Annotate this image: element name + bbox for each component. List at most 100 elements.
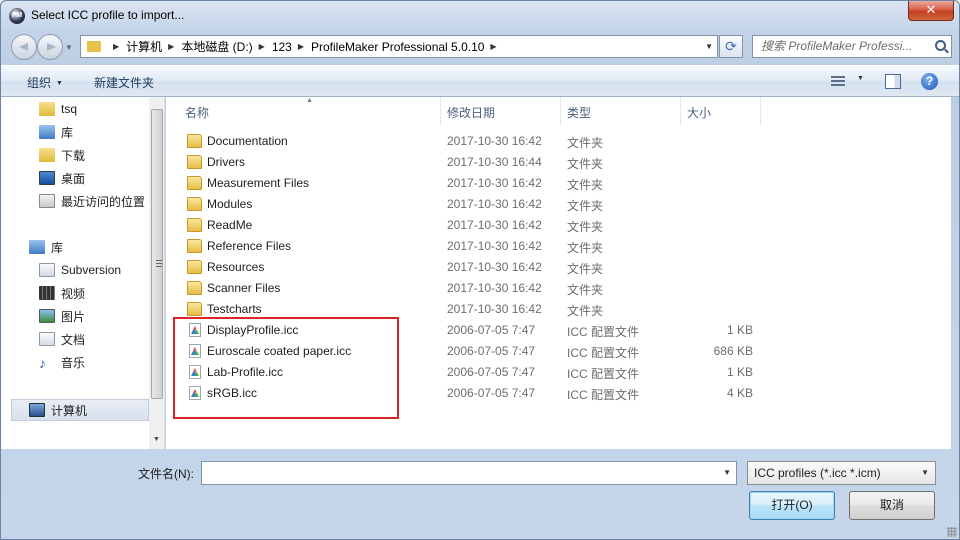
file-date: 2006-07-05 7:47 (447, 344, 536, 358)
nav-item-subversion[interactable]: Subversion (39, 260, 121, 280)
scroll-down-arrow-icon[interactable]: ▼ (153, 436, 160, 443)
nav-item-tsq[interactable]: tsq (39, 99, 77, 119)
folder-row[interactable]: Reference Files 2017-10-30 16:42 文件夹 (166, 236, 951, 257)
chevron-right-icon[interactable]: ▶ (298, 42, 304, 51)
column-divider[interactable] (440, 97, 441, 125)
nav-item-library[interactable]: 库 (39, 122, 73, 142)
chevron-right-icon[interactable]: ▶ (168, 42, 174, 51)
icc-profile-icon (189, 365, 201, 379)
column-divider[interactable] (560, 97, 561, 125)
file-type-select[interactable]: ICC profiles (*.icc *.icm) ▼ (747, 461, 936, 485)
recent-pages-dropdown[interactable]: ▼ (65, 43, 73, 52)
breadcrumb-123[interactable]: 123 (272, 40, 292, 54)
file-row[interactable]: Lab-Profile.icc 2006-07-05 7:47 ICC 配置文件 1 … (166, 362, 951, 383)
folder-row[interactable]: ReadMe 2017-10-30 16:42 文件夹 (166, 215, 951, 236)
file-type: ICC 配置文件 (567, 346, 640, 360)
folder-row[interactable]: Testcharts 2017-10-30 16:42 文件夹 (166, 299, 951, 320)
nav-item-pictures[interactable]: 图片 (39, 306, 85, 326)
file-date: 2017-10-30 16:42 (447, 197, 542, 211)
file-name: Drivers (207, 155, 245, 169)
file-name: DisplayProfile.icc (207, 323, 299, 337)
breadcrumb-drive[interactable]: 本地磁盘 (D:) (181, 38, 252, 55)
caret-down-icon: ▼ (56, 80, 63, 87)
help-icon[interactable]: ? (921, 73, 938, 90)
chevron-down-icon: ▼ (921, 468, 929, 477)
video-icon (39, 286, 55, 300)
desktop-icon (39, 171, 55, 185)
file-name: ReadMe (207, 218, 253, 232)
refresh-button[interactable]: ⟳ (719, 35, 743, 58)
search-input[interactable]: 搜索 ProfileMaker Professi... (752, 35, 952, 58)
chevron-right-icon[interactable]: ▶ (113, 42, 119, 51)
folder-icon (187, 134, 202, 148)
filename-dropdown-icon[interactable]: ▼ (723, 468, 731, 477)
forward-button[interactable] (37, 34, 63, 60)
file-type: 文件夹 (567, 157, 604, 171)
file-row[interactable]: Euroscale coated paper.icc 2006-07-05 7:4… (166, 341, 951, 362)
navigation-pane: tsq 库 下载 桌面 最近访问的位置 库 Subversion 视频 图片 文… (1, 97, 165, 449)
nav-item-desktop[interactable]: 桌面 (39, 168, 85, 188)
view-dropdown-icon[interactable]: ▼ (857, 75, 864, 82)
cancel-button[interactable]: 取消 (849, 491, 935, 520)
window-title: Select ICC profile to import... (31, 8, 185, 22)
file-name: Lab-Profile.icc (207, 365, 284, 379)
column-name[interactable]: 名称 (185, 104, 209, 121)
breadcrumb-profilemaker[interactable]: ProfileMaker Professional 5.0.10 (311, 40, 484, 54)
folder-icon (187, 260, 202, 274)
close-button[interactable]: ✕ (908, 1, 954, 21)
column-divider[interactable] (760, 97, 761, 125)
filename-label: 文件名(N): (138, 467, 194, 481)
address-dropdown-icon[interactable]: ▼ (705, 42, 713, 51)
folder-row[interactable]: Resources 2017-10-30 16:42 文件夹 (166, 257, 951, 278)
chevron-right-icon[interactable]: ▶ (259, 42, 265, 51)
folder-icon (39, 102, 55, 116)
file-date: 2017-10-30 16:42 (447, 176, 542, 190)
file-dialog-window: FM Select ICC profile to import... ✕ ▼ ▶… (0, 0, 960, 540)
back-button[interactable] (11, 34, 37, 60)
view-options-icon[interactable] (831, 76, 845, 88)
document-icon (39, 332, 55, 346)
nav-item-computer[interactable]: 计算机 (29, 400, 87, 420)
file-row[interactable]: DisplayProfile.icc 2006-07-05 7:47 ICC 配置文… (166, 320, 951, 341)
nav-item-recent[interactable]: 最近访问的位置 (39, 191, 145, 211)
file-type: 文件夹 (567, 241, 604, 255)
column-type[interactable]: 类型 (567, 104, 591, 121)
folder-row[interactable]: Drivers 2017-10-30 16:44 文件夹 (166, 152, 951, 173)
chevron-right-icon[interactable]: ▶ (490, 42, 496, 51)
resize-grip-icon[interactable] (947, 527, 957, 537)
file-type: 文件夹 (567, 178, 604, 192)
column-date[interactable]: 修改日期 (447, 104, 495, 121)
file-date: 2017-10-30 16:42 (447, 260, 542, 274)
file-date: 2017-10-30 16:42 (447, 302, 542, 316)
folder-row[interactable]: Scanner Files 2017-10-30 16:42 文件夹 (166, 278, 951, 299)
command-toolbar: 组织 ▼ 新建文件夹 ▼ ? (1, 65, 959, 97)
open-button[interactable]: 打开(O) (749, 491, 835, 520)
address-bar[interactable]: ▶ 计算机 ▶ 本地磁盘 (D:) ▶ 123 ▶ ProfileMaker P… (80, 35, 718, 58)
nav-item-videos[interactable]: 视频 (39, 283, 85, 303)
folder-row[interactable]: Modules 2017-10-30 16:42 文件夹 (166, 194, 951, 215)
nav-group-libraries[interactable]: 库 (29, 237, 63, 257)
computer-icon (29, 403, 45, 417)
preview-pane-icon[interactable] (885, 74, 901, 89)
new-folder-button[interactable]: 新建文件夹 (94, 74, 154, 91)
file-date: 2006-07-05 7:47 (447, 365, 536, 379)
folder-icon (187, 281, 202, 295)
file-name: Resources (207, 260, 265, 274)
nav-item-music[interactable]: ♪ 音乐 (39, 352, 85, 372)
organize-menu[interactable]: 组织 ▼ (27, 74, 63, 91)
folder-icon (187, 197, 202, 211)
nav-scrollbar-thumb[interactable] (151, 109, 163, 399)
folder-row[interactable]: Measurement Files 2017-10-30 16:42 文件夹 (166, 173, 951, 194)
breadcrumb-computer[interactable]: 计算机 (126, 38, 162, 55)
nav-item-documents[interactable]: 文档 (39, 329, 85, 349)
folder-row[interactable]: Documentation 2017-10-30 16:42 文件夹 (166, 131, 951, 152)
file-type: ICC 配置文件 (567, 325, 640, 339)
icc-profile-icon (189, 344, 201, 358)
column-size[interactable]: 大小 (687, 104, 711, 121)
file-row[interactable]: sRGB.icc 2006-07-05 7:47 ICC 配置文件 4 KB (166, 383, 951, 404)
nav-item-downloads[interactable]: 下载 (39, 145, 85, 165)
nav-scrollbar[interactable]: ▼ (149, 97, 164, 449)
filename-input[interactable]: ▼ (201, 461, 737, 485)
file-type: 文件夹 (567, 220, 604, 234)
column-divider[interactable] (680, 97, 681, 125)
